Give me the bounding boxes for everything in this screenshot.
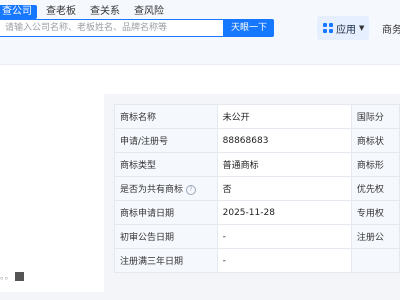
- table-row: 是否为共有商标? 否 优先权: [114, 176, 400, 201]
- row-label: 是否为共有商标?: [114, 176, 218, 201]
- table-row: 商标名称 未公开 国际分: [114, 104, 400, 129]
- tab-boss[interactable]: 查老板: [41, 5, 81, 19]
- row-right-label: 优先权: [350, 176, 400, 201]
- search-input[interactable]: [5, 20, 215, 36]
- tab-relation[interactable]: 查关系: [85, 5, 125, 19]
- row-label: 注册满三年日期: [114, 248, 218, 273]
- detail-content: 。。 商标名称 未公开 国际分 申请/注册号 88868683 商标状 商标类型…: [0, 94, 400, 300]
- row-value: 2025-11-28: [216, 200, 352, 225]
- row-value: -: [216, 224, 352, 249]
- row-right-label: 国际分: [350, 104, 400, 129]
- business-link[interactable]: 商务: [382, 21, 400, 36]
- grid-icon: [323, 23, 333, 33]
- row-right-label: 商标状: [350, 128, 400, 153]
- row-right-label: 专用权: [350, 200, 400, 225]
- row-label: 商标名称: [114, 104, 218, 129]
- search-tabs: 查公司 查老板 查关系 查风险: [0, 5, 173, 19]
- search-box: [0, 19, 224, 37]
- trademark-image-panel: 。。: [0, 94, 104, 292]
- image-thumb: [15, 272, 24, 281]
- row-label: 初审公告日期: [114, 224, 218, 249]
- row-label: 商标类型: [114, 152, 218, 177]
- caret-down-icon: ▼: [359, 24, 365, 32]
- row-label: 商标申请日期: [114, 200, 218, 225]
- top-search-bar: 查公司 查老板 查关系 查风险 天眼一下 应用 ▼ 商务: [0, 0, 400, 65]
- row-value: -: [216, 248, 352, 273]
- row-right-label: [350, 248, 400, 273]
- row-label-text: 是否为共有商标: [120, 185, 184, 195]
- table-row: 注册满三年日期 -: [114, 248, 400, 273]
- apps-label: 应用: [336, 24, 356, 36]
- row-right-label: 注册公: [350, 224, 400, 249]
- tab-risk[interactable]: 查风险: [129, 5, 169, 19]
- help-icon[interactable]: ?: [186, 184, 197, 195]
- row-label: 申请/注册号: [114, 128, 218, 153]
- apps-button[interactable]: 应用 ▼: [317, 16, 369, 40]
- image-caption: 。。: [0, 272, 14, 282]
- row-value: 88868683: [216, 128, 352, 153]
- row-right-label: 商标形: [350, 152, 400, 177]
- row-value: 否: [216, 176, 352, 201]
- row-value: 普通商标: [216, 152, 352, 177]
- tab-company[interactable]: 查公司: [0, 5, 37, 19]
- table-row: 商标申请日期 2025-11-28 专用权: [114, 200, 400, 225]
- row-value: 未公开: [216, 104, 352, 129]
- trademark-info-table: 商标名称 未公开 国际分 申请/注册号 88868683 商标状 商标类型 普通…: [114, 104, 400, 273]
- table-row: 申请/注册号 88868683 商标状: [114, 128, 400, 153]
- table-row: 初审公告日期 - 注册公: [114, 224, 400, 249]
- table-row: 商标类型 普通商标 商标形: [114, 152, 400, 177]
- search-button[interactable]: 天眼一下: [224, 19, 274, 37]
